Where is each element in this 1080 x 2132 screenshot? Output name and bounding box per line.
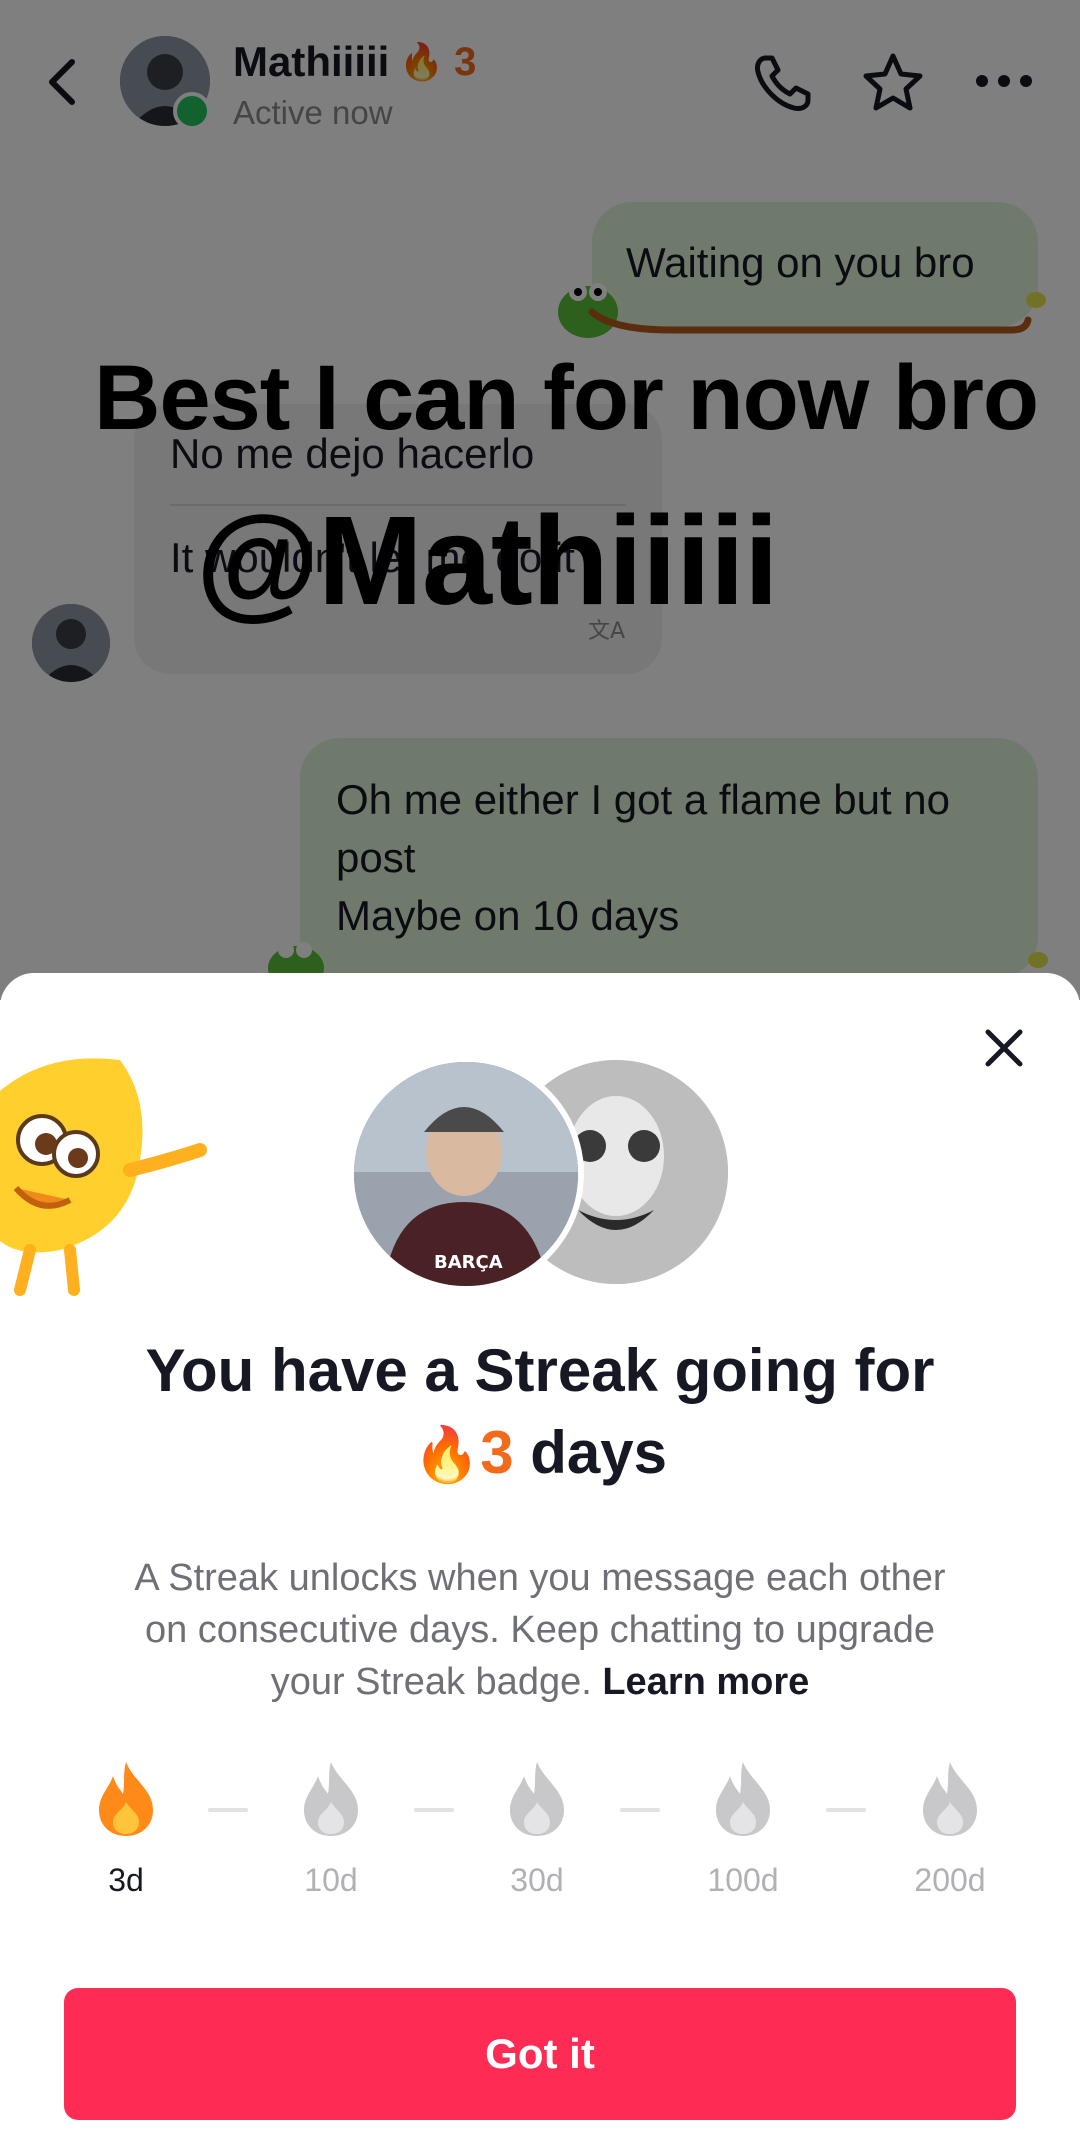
flame-mascot-illustration [0, 1058, 207, 1296]
modal-scrim[interactable] [0, 0, 1080, 1000]
streak-title: You have a Streak going for [0, 1336, 1080, 1405]
milestone-30d-flame [477, 1758, 597, 1843]
close-button[interactable] [980, 1024, 1028, 1072]
milestone-connector [620, 1808, 660, 1812]
milestone-10d-flame [271, 1758, 391, 1843]
title-days: days [530, 1419, 668, 1486]
milestone-label: 10d [304, 1862, 358, 1898]
learn-more-link[interactable]: Learn more [602, 1661, 809, 1703]
title-line1: You have a Streak going for [145, 1337, 935, 1404]
streak-title-count-row: 🔥3 days [0, 1418, 1080, 1487]
milestone-connector [208, 1808, 248, 1812]
svg-text:BARÇA: BARÇA [434, 1252, 503, 1273]
milestone-connector [826, 1808, 866, 1812]
got-it-label: Got it [485, 2030, 595, 2077]
description-line: your Streak badge. [270, 1661, 592, 1703]
fire-icon-locked [923, 1762, 977, 1836]
fire-icon: 🔥 [412, 1425, 481, 1485]
fire-icon-locked [716, 1762, 770, 1836]
description-line: A Streak unlocks when you message each o… [134, 1557, 946, 1599]
milestone-label: 100d [707, 1862, 779, 1898]
streak-description: A Streak unlocks when you message each o… [0, 1552, 1080, 1708]
milestone-100d-flame [683, 1758, 803, 1843]
avatar-image: BARÇA [354, 1062, 578, 1286]
got-it-button[interactable]: Got it [64, 1988, 1016, 2120]
milestone-connector [414, 1808, 454, 1812]
milestone-label: 200d [914, 1862, 986, 1898]
contact-avatar-large: BARÇA [348, 1056, 584, 1292]
title-count: 3 [480, 1419, 514, 1486]
fire-icon [99, 1762, 153, 1836]
milestone-200d-flame [890, 1758, 1010, 1843]
close-icon [985, 1029, 1023, 1067]
fire-icon-locked [304, 1762, 358, 1836]
description-line: on consecutive days. Keep chatting to up… [144, 1609, 936, 1651]
chat-background: Mathiiiii 🔥 3 Active now Waiting on you … [0, 0, 1080, 1000]
milestone-3d-flame [66, 1758, 186, 1843]
milestone-label: 30d [510, 1862, 564, 1898]
milestone-label: 3d [108, 1862, 144, 1898]
fire-icon-locked [510, 1762, 564, 1836]
